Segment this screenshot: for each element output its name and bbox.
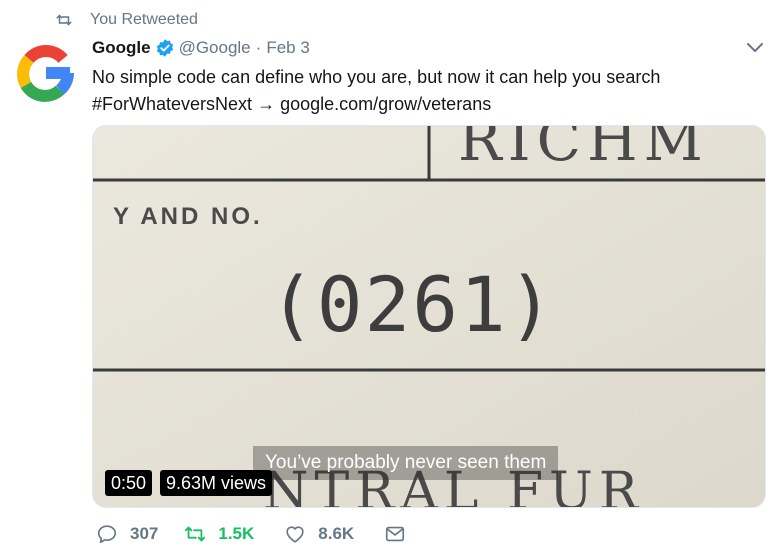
video-subtitle: You’ve probably never seen them	[253, 446, 559, 480]
like-count: 8.6K	[318, 524, 355, 543]
tweet-text-line: No simple code can define who you are, b…	[92, 67, 661, 87]
video-duration: 0:50	[105, 470, 153, 496]
google-avatar[interactable]	[14, 41, 78, 105]
document-top-text: RICHM	[458, 126, 709, 174]
author-name[interactable]: Google	[92, 38, 151, 58]
like-button[interactable]: 8.6K	[284, 523, 354, 545]
url-link[interactable]: google.com/grow/veterans	[280, 94, 491, 114]
retweeted-label: You Retweeted	[90, 11, 198, 28]
heart-icon	[286, 526, 304, 543]
tweet-date[interactable]: Feb 3	[266, 38, 309, 58]
hashtag-link[interactable]: #ForWhateversNext	[92, 94, 252, 114]
retweeted-context: You Retweeted	[55, 9, 198, 31]
document-code: (0261)	[269, 260, 556, 349]
retweet-context-icon	[56, 14, 72, 26]
arrow-symbol: →	[257, 94, 276, 114]
reply-count: 307	[130, 524, 159, 543]
author-handle[interactable]: @Google	[179, 38, 251, 58]
video-player[interactable]: RICHM Y AND NO. (0261) NTRAL FUR You’ve …	[92, 125, 766, 508]
envelope-icon	[386, 526, 405, 542]
reply-icon	[97, 525, 117, 544]
chevron-down-icon[interactable]	[745, 40, 765, 56]
tweet-header: Google @Google · Feb 3	[92, 36, 310, 60]
tweet-actions: 307 1.5K 8.6K	[96, 520, 406, 548]
retweet-count: 1.5K	[218, 524, 255, 543]
retweet-button[interactable]: 1.5K	[184, 523, 254, 545]
document-label: Y AND NO.	[113, 203, 263, 230]
retweet-icon	[185, 526, 206, 542]
video-view-count: 9.63M views	[160, 470, 273, 496]
header-separator: ·	[255, 38, 262, 57]
direct-message-button[interactable]	[384, 523, 406, 545]
reply-button[interactable]: 307	[96, 523, 158, 545]
verified-badge-icon	[156, 39, 173, 57]
tweet-text: No simple code can define who you are, b…	[92, 64, 762, 118]
